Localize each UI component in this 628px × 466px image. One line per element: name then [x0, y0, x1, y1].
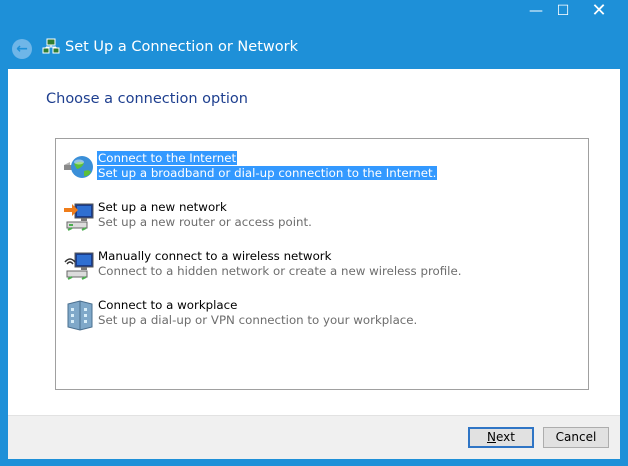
option-description: Set up a dial-up or VPN connection to yo…	[98, 313, 418, 327]
option-title: Connect to a workplace	[98, 298, 238, 312]
network-icon	[42, 38, 60, 54]
router-icon	[64, 203, 94, 231]
option-new-network[interactable]: Set up a new network Set up a new router…	[60, 199, 580, 237]
option-title: Connect to the Internet	[97, 151, 238, 165]
option-title: Manually connect to a wireless network	[98, 249, 332, 263]
close-button[interactable]: ✕	[582, 0, 616, 22]
option-title: Set up a new network	[98, 200, 227, 214]
option-description: Connect to a hidden network or create a …	[98, 264, 462, 278]
connection-options-list[interactable]: Connect to the Internet Set up a broadba…	[55, 138, 589, 390]
back-arrow-icon[interactable]: ←	[12, 39, 32, 59]
maximize-button[interactable]: ☐	[550, 0, 576, 22]
title-bar[interactable]: — ☐ ✕	[0, 0, 628, 30]
option-connect-workplace[interactable]: Connect to a workplace Set up a dial-up …	[60, 297, 580, 335]
globe-icon	[64, 156, 93, 178]
option-connect-internet[interactable]: Connect to the Internet Set up a broadba…	[60, 150, 580, 188]
minimize-button[interactable]: —	[523, 0, 549, 22]
button-bar: Next Cancel	[8, 415, 620, 459]
cancel-button[interactable]: Cancel	[543, 427, 609, 448]
next-mnemonic: N	[487, 430, 496, 444]
next-label-rest: ext	[496, 430, 515, 444]
page-heading: Choose a connection option	[46, 91, 248, 107]
wizard-content: Choose a connection option Connect to th…	[8, 69, 620, 459]
next-button[interactable]: Next	[468, 427, 534, 448]
window-title: Set Up a Connection or Network	[65, 39, 298, 55]
workplace-icon	[67, 300, 93, 331]
option-description: Set up a broadband or dial-up connection…	[97, 166, 438, 180]
option-manual-wireless[interactable]: Manually connect to a wireless network C…	[60, 248, 580, 286]
window: — ☐ ✕ ← Set Up a Connection or Network C…	[0, 0, 628, 466]
option-description: Set up a new router or access point.	[98, 215, 312, 229]
wireless-icon	[64, 252, 94, 280]
wizard-header: ← Set Up a Connection or Network	[0, 30, 628, 68]
